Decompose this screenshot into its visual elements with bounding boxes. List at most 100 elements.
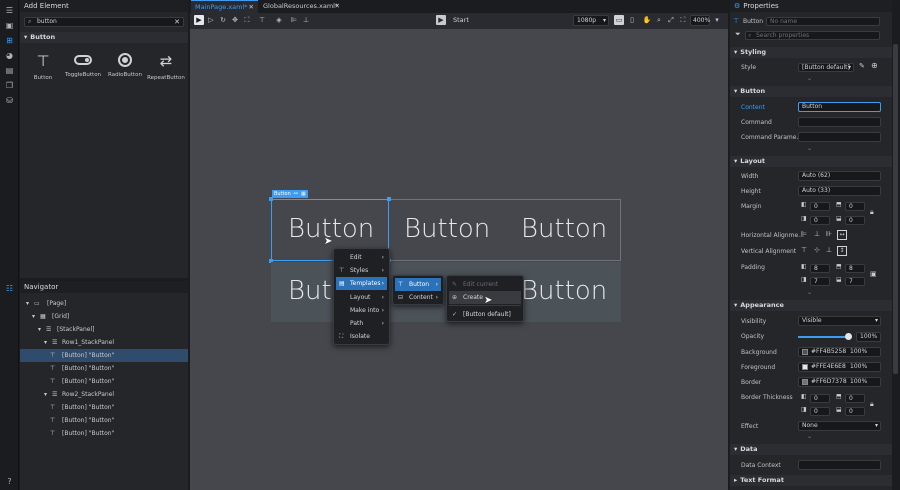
- margin-top-input[interactable]: 0: [845, 202, 865, 211]
- fullscreen-icon[interactable]: ⛶: [678, 15, 688, 25]
- height-input[interactable]: Auto (33): [798, 186, 881, 196]
- tab-mainpage[interactable]: MainPage.xaml* ✕: [191, 0, 258, 13]
- menu-item-path[interactable]: Path ›: [336, 317, 387, 330]
- pencil-icon[interactable]: ✎: [859, 62, 865, 70]
- tree-row-button[interactable]: ⊤ [Button] "Button": [20, 362, 188, 375]
- lock-icon[interactable]: 🔒︎: [870, 208, 874, 217]
- pages-icon[interactable]: ▣: [3, 20, 16, 31]
- padding-right-input[interactable]: 7: [810, 277, 830, 286]
- tab-globalresources[interactable]: GlobalResources.xaml* ✕: [259, 0, 343, 13]
- zoom-icon[interactable]: ⌕: [654, 15, 664, 25]
- effect-select[interactable]: None ▾: [798, 421, 881, 431]
- add-element-icon[interactable]: ⊞: [3, 35, 16, 46]
- filter-icon[interactable]: ⏷: [735, 30, 741, 39]
- element-name-input[interactable]: No name: [766, 17, 880, 26]
- expand-chevron-icon[interactable]: ⌄: [807, 145, 812, 152]
- command-parameter-input[interactable]: [798, 132, 881, 142]
- rotate-icon[interactable]: ↻: [218, 15, 228, 25]
- tree-row-page[interactable]: ▾ ▭ [Page]: [20, 297, 188, 310]
- pan-icon[interactable]: ✋: [642, 15, 652, 25]
- section-layout[interactable]: ▾ Layout: [730, 156, 892, 167]
- menu-item-templates[interactable]: ▤ Templates ›: [336, 277, 387, 290]
- properties-scrollbar[interactable]: [893, 44, 898, 374]
- content-input[interactable]: Button: [798, 102, 881, 112]
- foreground-swatch[interactable]: [802, 364, 808, 370]
- tree-row-button[interactable]: ⊤ [Button] "Button": [20, 414, 188, 427]
- border-swatch[interactable]: [802, 379, 808, 385]
- property-search-input[interactable]: ⌕ Search properties: [745, 31, 880, 40]
- align-stretch-icon[interactable]: ↔: [837, 230, 847, 240]
- menu-item-content-template[interactable]: ⊟ Content ›: [395, 291, 441, 304]
- element-item-repeatbutton[interactable]: ⇄ RepeatButton: [146, 52, 186, 88]
- close-icon[interactable]: ✕: [335, 0, 340, 12]
- resolution-select[interactable]: 1080p ▾: [573, 15, 609, 26]
- category-button-header[interactable]: ▾ Button: [20, 32, 188, 43]
- style-select[interactable]: [Button default] ▾: [798, 63, 854, 72]
- media-icon[interactable]: ▤: [3, 65, 16, 76]
- padding-top-input[interactable]: 8: [845, 264, 865, 273]
- lock-icon[interactable]: 🔒︎: [870, 400, 874, 409]
- margin-right-input[interactable]: 0: [810, 216, 830, 225]
- border-color-input[interactable]: #FF6D7378 100%: [798, 377, 881, 387]
- help-icon[interactable]: ?: [3, 476, 16, 487]
- padding-bottom-input[interactable]: 7: [845, 277, 865, 286]
- add-circle-icon[interactable]: ⊕: [871, 61, 878, 70]
- menu-item-make-into[interactable]: Make into ›: [336, 304, 387, 317]
- desktop-view-icon[interactable]: ▭: [614, 15, 624, 25]
- menu-item-button-default[interactable]: ✓ [Button default]: [449, 308, 521, 321]
- tree-row-stackpanel[interactable]: ▾ ☰ [StackPanel]: [20, 323, 188, 336]
- chevron-down-icon[interactable]: ▾: [712, 15, 722, 25]
- section-button[interactable]: ▾ Button: [730, 86, 892, 97]
- border-top-input[interactable]: 0: [845, 394, 865, 403]
- margin-left-input[interactable]: 0: [810, 202, 830, 211]
- direct-select-icon[interactable]: ▷: [206, 15, 216, 25]
- border-bottom-input[interactable]: 0: [845, 407, 865, 416]
- distribute-icon[interactable]: ⊥: [301, 15, 311, 25]
- section-data[interactable]: ▾ Data: [730, 444, 892, 455]
- background-color-input[interactable]: #FF4B5258 100%: [798, 347, 881, 357]
- start-label[interactable]: Start: [453, 16, 469, 24]
- select-tool-icon[interactable]: ▶: [194, 15, 204, 25]
- mobile-view-icon[interactable]: ▯: [627, 15, 637, 25]
- close-icon[interactable]: ✕: [249, 1, 254, 13]
- tree-row-grid[interactable]: ▾ ▦ [Grid]: [20, 310, 188, 323]
- menu-item-styles[interactable]: ⊤ Styles ›: [336, 264, 387, 277]
- visibility-select[interactable]: Visible ▾: [798, 316, 881, 326]
- border-left-input[interactable]: 0: [810, 394, 830, 403]
- resize-handle[interactable]: [387, 197, 391, 201]
- element-item-radiobutton[interactable]: RadioButton: [106, 52, 144, 88]
- tree-row-button[interactable]: ⊤ [Button] "Button": [20, 401, 188, 414]
- section-styling[interactable]: ▾ Styling: [730, 47, 892, 58]
- width-input[interactable]: Auto (62): [798, 171, 881, 181]
- palette-icon[interactable]: ◕: [3, 50, 16, 61]
- background-swatch[interactable]: [802, 349, 808, 355]
- border-right-input[interactable]: 0: [810, 407, 830, 416]
- paint-icon[interactable]: ◈: [274, 15, 284, 25]
- align-icon[interactable]: ⊫: [289, 15, 299, 25]
- tree-row-row2-stackpanel[interactable]: ▾ ☰ Row2_StackPanel: [20, 388, 188, 401]
- align-right-icon[interactable]: ⊪: [826, 230, 832, 238]
- expand-chevron-icon[interactable]: ⌄: [807, 289, 812, 296]
- menu-item-button-template[interactable]: ⊤ Button ›: [395, 278, 441, 291]
- canvas-button[interactable]: Button: [521, 214, 607, 244]
- section-text-format[interactable]: ▸ Text Format: [730, 475, 892, 486]
- opacity-slider-thumb[interactable]: [845, 333, 852, 340]
- valign-top-icon[interactable]: ⊤: [801, 246, 807, 254]
- element-item-togglebutton[interactable]: ToggleButton: [63, 52, 103, 88]
- canvas-button[interactable]: Button: [404, 214, 490, 244]
- valign-center-icon[interactable]: ⊹: [814, 246, 820, 254]
- valign-stretch-icon[interactable]: ↕: [837, 246, 847, 256]
- play-icon[interactable]: ▶: [436, 15, 446, 25]
- menu-item-layout[interactable]: Layout ›: [336, 291, 387, 304]
- section-appearance[interactable]: ▾ Appearance: [730, 300, 892, 311]
- tree-row-button[interactable]: ⊤ [Button] "Button": [20, 427, 188, 440]
- copy-icon[interactable]: ❐: [3, 80, 16, 91]
- align-left-icon[interactable]: ⊫: [801, 230, 807, 238]
- link-values-icon[interactable]: ▣: [870, 270, 877, 278]
- zoom-field[interactable]: 400%: [690, 15, 710, 26]
- fit-icon[interactable]: ⤢: [666, 15, 676, 25]
- navigator-icon[interactable]: ☷: [3, 283, 16, 294]
- menu-item-edit[interactable]: Edit ›: [336, 251, 387, 264]
- data-context-input[interactable]: [798, 460, 881, 470]
- tree-row-button[interactable]: ⊤ [Button] "Button": [20, 349, 188, 362]
